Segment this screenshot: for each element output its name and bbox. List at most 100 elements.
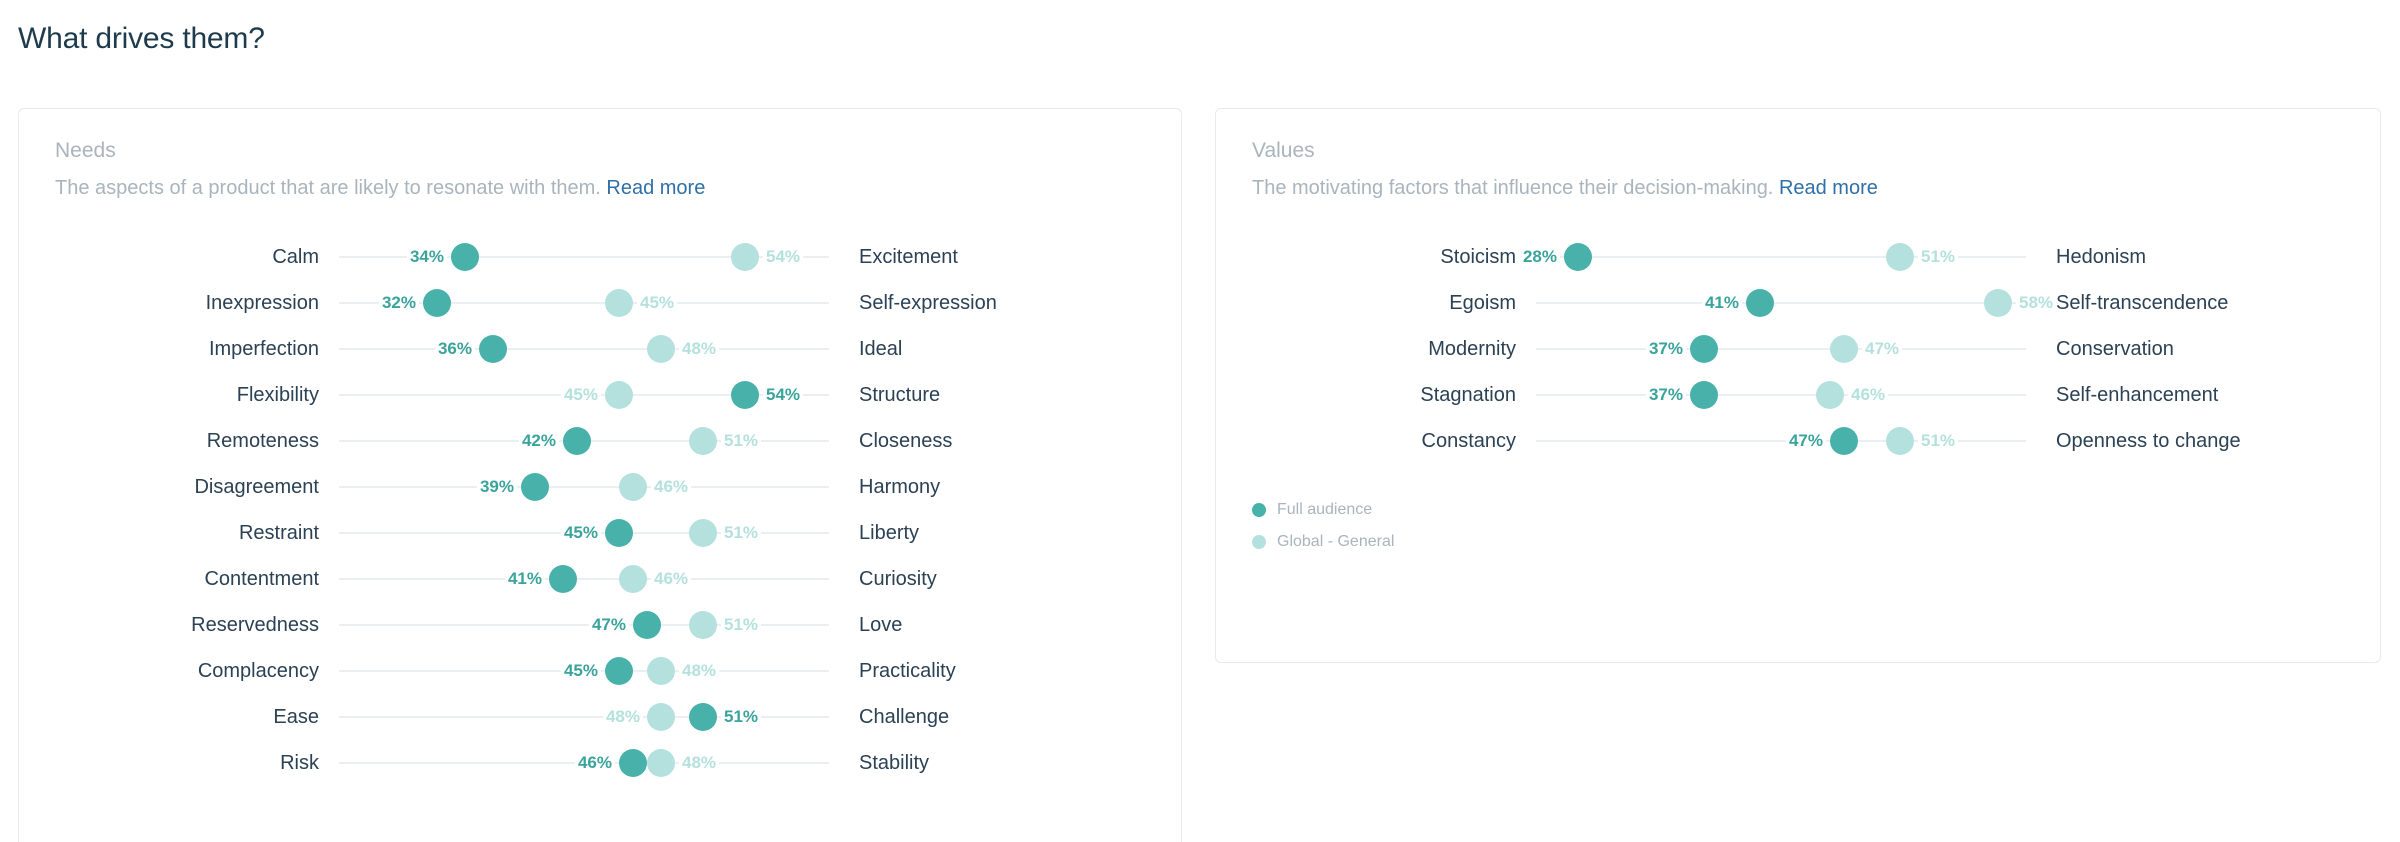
dot-global-general[interactable] [1830,335,1858,363]
dot-full-audience[interactable] [451,243,479,271]
dot-full-audience[interactable] [549,565,577,593]
row-label-right: Stability [859,751,930,774]
value-label-global-general: 48% [679,339,720,359]
row-label-left: Constancy [1421,429,1517,452]
dot-full-audience[interactable] [521,473,549,501]
dot-full-audience[interactable] [1830,427,1858,455]
row-label-right: Hedonism [2056,245,2147,268]
values-read-more-link[interactable]: Read more [1779,177,1878,199]
row-label-right: Conservation [2056,337,2174,360]
page-root: What drives them? Needs The aspects of a… [0,0,2400,842]
legend-item[interactable]: Global - General [1252,530,2380,554]
dot-global-general[interactable] [605,289,633,317]
dot-global-general[interactable] [647,335,675,363]
row-label-left: Reservedness [191,613,319,636]
row-track: 42% 51% [339,418,829,464]
dot-global-general[interactable] [689,611,717,639]
dot-global-general[interactable] [647,749,675,777]
dot-global-general[interactable] [619,473,647,501]
chart-legend: Full audience Global - General [1216,498,2380,554]
row-label-right: Liberty [859,521,920,544]
needs-description-text: The aspects of a product that are likely… [55,177,601,199]
value-label-global-general: 51% [721,523,762,543]
value-label-full-audience: 39% [476,477,517,497]
needs-read-more-link[interactable]: Read more [606,177,705,199]
chart-row: Reservedness 47% 51% Love [19,602,1181,648]
needs-title: Needs [55,139,116,162]
row-track: 46% 48% [339,740,829,786]
values-title: Values [1252,139,1315,162]
dot-full-audience[interactable] [633,611,661,639]
chart-row: Contentment 41% 46% Curiosity [19,556,1181,602]
row-track: 54% 45% [339,372,829,418]
dot-global-general[interactable] [605,381,633,409]
dot-full-audience[interactable] [605,657,633,685]
row-label-right: Ideal [859,337,903,360]
row-label-left: Risk [280,751,319,774]
dot-full-audience[interactable] [605,519,633,547]
dot-full-audience[interactable] [1690,335,1718,363]
dot-global-general[interactable] [1886,243,1914,271]
dot-full-audience[interactable] [423,289,451,317]
row-track: 41% 58% [1536,280,2057,326]
row-track: 37% 47% [1536,326,2026,372]
value-label-global-general: 46% [1848,385,1889,405]
chart-row: Constancy 47% 51% Openness to change [1216,418,2380,464]
dot-full-audience[interactable] [563,427,591,455]
row-label-right: Challenge [859,705,950,728]
row-track: 32% 45% [339,280,829,326]
dot-global-general[interactable] [731,243,759,271]
row-label-left: Disagreement [194,475,319,498]
value-label-global-general: 48% [679,661,720,681]
value-label-global-general: 51% [1918,431,1959,451]
value-label-full-audience: 45% [560,661,601,681]
legend-item[interactable]: Full audience [1252,498,2380,522]
row-track: 47% 51% [339,602,829,648]
dot-full-audience[interactable] [1746,289,1774,317]
value-label-full-audience: 34% [406,247,447,267]
value-label-full-audience: 36% [434,339,475,359]
chart-row: Modernity 37% 47% Conservation [1216,326,2380,372]
dot-full-audience[interactable] [479,335,507,363]
dot-full-audience[interactable] [619,749,647,777]
dot-full-audience[interactable] [689,703,717,731]
row-label-left: Calm [272,245,319,268]
dot-full-audience[interactable] [1564,243,1592,271]
value-label-global-general: 46% [651,569,692,589]
value-label-global-general: 51% [721,615,762,635]
dot-global-general[interactable] [647,657,675,685]
needs-chart: Calm 34% 54% Excitement Inexpression 32% 45% Se… [19,234,1181,786]
value-label-global-general: 47% [1862,339,1903,359]
legend-label: Full audience [1277,501,1373,518]
row-track-line [1536,348,2026,350]
chart-row: Disagreement 39% 46% Harmony [19,464,1181,510]
values-description: The motivating factors that influence th… [1252,176,2344,200]
dot-global-general[interactable] [689,427,717,455]
row-track-line [339,348,829,350]
chart-row: Complacency 45% 48% Practicality [19,648,1181,694]
value-label-global-general: 51% [1918,247,1959,267]
row-track: 39% 46% [339,464,829,510]
row-label-right: Harmony [859,475,941,498]
dot-global-general[interactable] [1984,289,2012,317]
dot-global-general[interactable] [1886,427,1914,455]
dot-full-audience[interactable] [731,381,759,409]
needs-card: Needs The aspects of a product that are … [18,108,1182,842]
values-card: Values The motivating factors that influ… [1215,108,2381,663]
row-track-line [339,578,829,580]
row-label-right: Excitement [859,245,958,268]
dot-global-general[interactable] [647,703,675,731]
value-label-full-audience: 28% [1519,247,1560,267]
dot-global-general[interactable] [689,519,717,547]
row-track: 34% 54% [339,234,829,280]
row-label-right: Practicality [859,659,956,682]
row-track: 37% 46% [1536,372,2026,418]
panels-container: Needs The aspects of a product that are … [18,108,2382,842]
row-label-left: Restraint [238,521,319,544]
dot-global-general[interactable] [1816,381,1844,409]
value-label-full-audience: 46% [574,753,615,773]
dot-global-general[interactable] [619,565,647,593]
dot-full-audience[interactable] [1690,381,1718,409]
legend-label: Global - General [1277,533,1395,550]
row-label-right: Closeness [859,429,953,452]
